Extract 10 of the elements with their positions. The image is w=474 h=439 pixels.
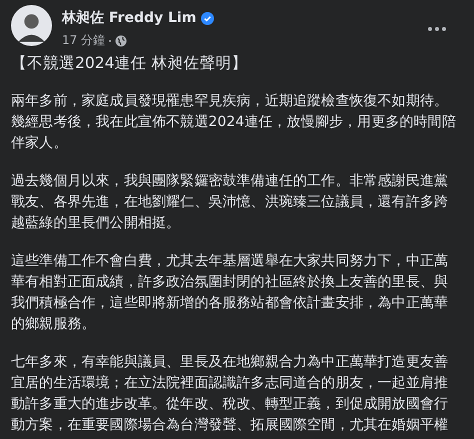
- post-paragraph: 這些準備工作不會白費，尤其去年基層選舉在大家共同努力下，中正萬 華有相對正面成績，許多政治氛圍封閉的社區終於換上友善的里長、與 我們積極合作，這些即將新增的各服務站都會依計畫安排，為中正萬華 的鄉親服務。: [11, 252, 450, 334]
- post-paragraph: 兩年多前，家庭成員發現罹患罕見疾病，近期追蹤檢查恢復不如期待。 幾經思考後，我在此宣佈不競選2024連任，放慢腳步，用更多的時間陪 伴家人。: [11, 92, 457, 153]
- author-name[interactable]: 林昶佐 Freddy Lim: [62, 9, 196, 27]
- post-paragraph: 七年多來，有幸能與議員、里長及在地鄉親合力為中正萬華打造更友善 宜居的生活環境；在立法院裡面認識許多志同道合的朋友，一起並肩推 動許多重大的進步改革。從年改、稅改、轉型正義，到促成開放國會行 動方案，在重要國際場合為台灣發聲、拓展國際空間，尤其在婚姻平權: [11, 353, 450, 435]
- post-time[interactable]: 17 分鐘: [62, 32, 106, 49]
- post-paragraph: 過去幾個月以來，我與團隊緊鑼密鼓準備連任的工作。非常感謝民進黨 戰友、各界先進，在地劉耀仁、吳沛憶、洪琬臻三位議員，還有許多跨 越藍綠的里長們公開相挺。: [11, 172, 450, 233]
- more-options-icon[interactable]: [428, 27, 446, 31]
- globe-icon: [115, 34, 128, 46]
- avatar-icon[interactable]: [11, 5, 52, 46]
- post-title: 【不競選2024連任 林昶佐聲明】: [11, 53, 248, 74]
